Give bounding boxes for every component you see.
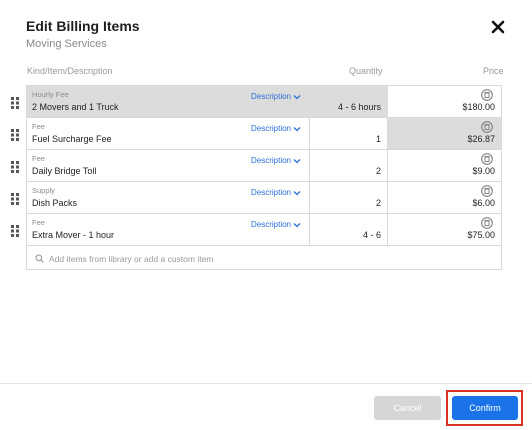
- item-quantity-cell[interactable]: 2: [309, 150, 387, 181]
- item-quantity-cell[interactable]: 4 - 6: [309, 214, 387, 245]
- item-price: $9.00: [472, 166, 495, 176]
- chevron-down-icon: [293, 222, 301, 228]
- delete-item-button[interactable]: [481, 88, 493, 101]
- item-quantity: 4 - 6 hours: [337, 102, 381, 112]
- chevron-down-icon: [293, 190, 301, 196]
- cancel-button[interactable]: Cancel: [374, 396, 441, 420]
- item-kind: Supply: [32, 186, 55, 195]
- billing-items-list: Hourly Fee 2 Movers and 1 Truck Descript…: [11, 85, 502, 245]
- description-toggle[interactable]: Description: [251, 220, 301, 229]
- highlight-annotation: [446, 390, 523, 426]
- drag-handle-icon[interactable]: [11, 192, 20, 205]
- column-header-kind: Kind/Item/Description: [27, 66, 113, 76]
- delete-item-button[interactable]: [481, 120, 493, 133]
- chevron-down-icon: [293, 126, 301, 132]
- item-description-cell[interactable]: Fee Extra Mover - 1 hour Description: [27, 214, 309, 245]
- description-toggle[interactable]: Description: [251, 188, 301, 197]
- item-description-cell[interactable]: Fee Daily Bridge Toll Description: [27, 150, 309, 181]
- description-label: Description: [250, 220, 291, 229]
- chevron-down-icon: [293, 94, 301, 100]
- add-item-search: [26, 245, 502, 270]
- item-kind: Hourly Fee: [32, 90, 69, 99]
- trash-icon: [481, 217, 493, 229]
- delete-item-button[interactable]: [481, 152, 493, 165]
- billing-item-row: Supply Dish Packs Description 2 $6.00: [11, 181, 502, 213]
- delete-item-button[interactable]: [481, 184, 493, 197]
- item-price: $75.00: [467, 230, 495, 240]
- close-icon: [491, 20, 505, 34]
- item-quantity-cell[interactable]: 4 - 6 hours: [309, 86, 387, 117]
- footer-divider: [0, 383, 532, 384]
- item-description-cell[interactable]: Hourly Fee 2 Movers and 1 Truck Descript…: [27, 86, 309, 117]
- description-toggle[interactable]: Description: [251, 92, 301, 101]
- billing-item-row: Fee Daily Bridge Toll Description 2 $9.0…: [11, 149, 502, 181]
- chevron-down-icon: [293, 158, 301, 164]
- modal-title: Edit Billing Items: [26, 18, 140, 34]
- trash-icon: [481, 185, 493, 197]
- drag-handle-icon[interactable]: [11, 96, 20, 109]
- description-label: Description: [250, 92, 291, 101]
- item-name: Daily Bridge Toll: [32, 166, 97, 176]
- item-description-cell[interactable]: Fee Fuel Surcharge Fee Description: [27, 118, 309, 149]
- item-quantity: 4 - 6: [362, 230, 381, 240]
- billing-item-row: Hourly Fee 2 Movers and 1 Truck Descript…: [11, 85, 502, 117]
- item-name: 2 Movers and 1 Truck: [32, 102, 119, 112]
- item-kind: Fee: [32, 122, 45, 131]
- item-quantity-cell[interactable]: 1: [309, 118, 387, 149]
- item-price: $26.87: [467, 134, 495, 144]
- item-quantity: 2: [375, 166, 381, 176]
- description-label: Description: [250, 156, 291, 165]
- search-icon: [35, 254, 44, 263]
- description-toggle[interactable]: Description: [251, 124, 301, 133]
- item-price: $6.00: [472, 198, 495, 208]
- item-price: $180.00: [462, 102, 495, 112]
- billing-item-row: Fee Extra Mover - 1 hour Description 4 -…: [11, 213, 502, 245]
- close-button[interactable]: [488, 17, 508, 37]
- column-header-quantity: Quantity: [349, 66, 383, 76]
- modal-subtitle: Moving Services: [26, 38, 107, 50]
- item-kind: Fee: [32, 218, 45, 227]
- drag-handle-icon[interactable]: [11, 224, 20, 237]
- trash-icon: [481, 89, 493, 101]
- drag-handle-icon[interactable]: [11, 128, 20, 141]
- delete-item-button[interactable]: [481, 216, 493, 229]
- item-name: Fuel Surcharge Fee: [32, 134, 112, 144]
- item-quantity: 2: [375, 198, 381, 208]
- billing-item-row: Fee Fuel Surcharge Fee Description 1 $26…: [11, 117, 502, 149]
- item-kind: Fee: [32, 154, 45, 163]
- item-quantity-cell[interactable]: 2: [309, 182, 387, 213]
- trash-icon: [481, 121, 493, 133]
- column-header-price: Price: [483, 66, 504, 76]
- search-input[interactable]: [47, 249, 491, 269]
- trash-icon: [481, 153, 493, 165]
- billing-items-modal: Edit Billing Items Moving Services Kind/…: [0, 0, 532, 430]
- drag-handle-icon[interactable]: [11, 160, 20, 173]
- item-name: Dish Packs: [32, 198, 78, 208]
- description-label: Description: [250, 188, 291, 197]
- item-description-cell[interactable]: Supply Dish Packs Description: [27, 182, 309, 213]
- description-toggle[interactable]: Description: [251, 156, 301, 165]
- item-quantity: 1: [375, 134, 381, 144]
- description-label: Description: [250, 124, 291, 133]
- item-name: Extra Mover - 1 hour: [32, 230, 115, 240]
